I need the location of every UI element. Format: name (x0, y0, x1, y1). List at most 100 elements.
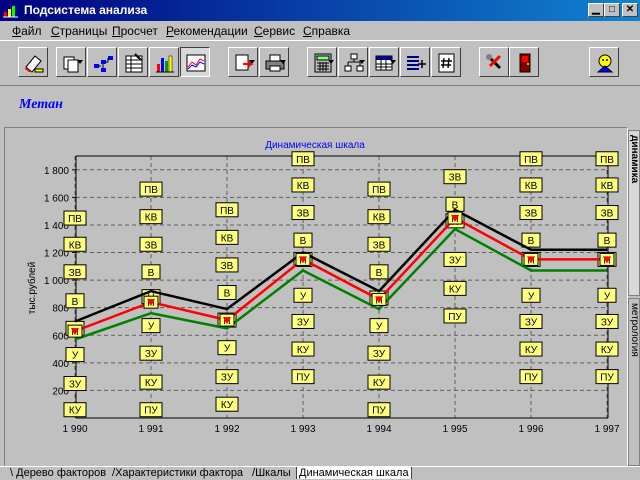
close-button[interactable]: ✕ (622, 3, 638, 17)
scale-label: КУ (221, 400, 234, 411)
tab-scales[interactable]: /Шкалы (252, 467, 291, 479)
scale-label: КУ (373, 378, 386, 389)
scale-label: КУ (525, 345, 538, 356)
scale-label: КУ (297, 345, 310, 356)
x-tick-label: 1 991 (138, 424, 163, 435)
number-button[interactable] (431, 47, 461, 77)
scale-label: В (148, 268, 155, 279)
tools-icon (486, 54, 502, 70)
scale-label: ПУ (144, 406, 158, 417)
scale-label: ЗУ (373, 349, 386, 360)
menu-help[interactable]: Справка (303, 24, 350, 38)
calculator-button[interactable] (307, 47, 337, 77)
close-icon: ✕ (625, 4, 635, 15)
pages-button[interactable] (56, 47, 86, 77)
scale-label: В (604, 236, 611, 247)
scale-label: КВ (145, 213, 158, 224)
scale-label: У (224, 344, 231, 355)
scale-label: ПУ (296, 373, 310, 384)
x-tick-label: 1 995 (442, 424, 467, 435)
scale-label: ЗУ (525, 317, 538, 328)
minimize-icon: ▁ (592, 4, 600, 15)
scale-label: ЗУ (449, 255, 462, 266)
door-icon (519, 53, 531, 73)
y-tick-label: 1 800 (44, 166, 69, 177)
scale-label: ПВ (524, 155, 538, 166)
toolbar (0, 40, 640, 86)
tree-icon (94, 56, 113, 72)
menu-pages[interactable]: Страницы (51, 24, 107, 38)
scale-label: ЗУ (601, 317, 614, 328)
scale-label: ПВ (296, 155, 310, 166)
tools-button[interactable] (479, 47, 509, 77)
table-icon (125, 53, 143, 73)
exit-button[interactable] (509, 47, 539, 77)
scale-label: ПВ (372, 185, 386, 196)
export-button[interactable] (228, 47, 258, 77)
scale-label: ЗВ (449, 173, 462, 184)
app-icon[interactable] (3, 3, 19, 18)
window-title: Подсистема анализа (24, 3, 148, 17)
tab-factor-characteristics[interactable]: /Характеристики фактора (112, 467, 243, 479)
print-button[interactable] (259, 47, 289, 77)
scale-label: ПВ (600, 155, 614, 166)
scale-label: ЗВ (373, 240, 386, 251)
subject-panel: Метан (0, 86, 640, 124)
scale-label: У (604, 291, 611, 302)
scale-label: ПУ (448, 312, 462, 323)
tab-dynamics[interactable]: динамика (628, 130, 640, 296)
scale-label: ПВ (144, 185, 158, 196)
menu-calculate[interactable]: Просчет (112, 24, 158, 38)
bar-chart-icon (156, 55, 174, 73)
y-tick-label: 1 600 (44, 193, 69, 204)
chart-panel: Динамическая шкала 200 400 600 800 1 000 1 200… (4, 127, 628, 467)
scale-label: ЗУ (145, 349, 158, 360)
x-tick-label: 1 997 (594, 424, 619, 435)
scale-label: ЗВ (69, 268, 82, 279)
structure-button[interactable] (338, 47, 368, 77)
scale-label: ЗВ (297, 209, 310, 220)
help-icon (596, 54, 614, 73)
scale-label: ПУ (600, 373, 614, 384)
chart-title: Динамическая шкала (265, 140, 365, 151)
scale-label: В (376, 268, 383, 279)
scale-label: КУ (69, 406, 82, 417)
table-button[interactable] (118, 47, 148, 77)
minimize-button[interactable]: ▁ (588, 3, 604, 17)
scale-label: ПВ (68, 214, 82, 225)
scale-label: ЗВ (601, 209, 614, 220)
scale-label: ЗУ (221, 373, 234, 384)
scale-label: КВ (601, 181, 614, 192)
tree-button[interactable] (87, 47, 117, 77)
scale-label: ПУ (524, 373, 538, 384)
scale-label: КВ (221, 233, 234, 244)
app-window: Подсистема анализа ▁ □ ✕ Файл Страницы П… (0, 0, 640, 480)
add-row-button[interactable] (400, 47, 430, 77)
tab-metrology[interactable]: метрология (628, 298, 640, 466)
scale-label: ЗУ (297, 317, 310, 328)
help-button[interactable] (589, 47, 619, 77)
scale-label: В (72, 297, 79, 308)
x-tick-label: 1 993 (290, 424, 315, 435)
maximize-button[interactable]: □ (604, 3, 620, 17)
menu-bar: Файл Страницы Просчет Рекомендации Серви… (0, 21, 640, 40)
scale-label: В (300, 236, 307, 247)
grid-button[interactable] (369, 47, 399, 77)
tab-dynamic-scale[interactable]: Динамическая шкала (296, 467, 412, 479)
menu-service[interactable]: Сервис (254, 24, 295, 38)
tab-factor-tree[interactable]: \ Дерево факторов (10, 467, 106, 479)
scale-label: ЗВ (525, 209, 538, 220)
scale-label: У (376, 322, 383, 333)
scale-label: ЗВ (221, 261, 234, 272)
scale-label: ЗУ (69, 380, 82, 391)
scale-label: КВ (373, 213, 386, 224)
line-chart-icon (186, 54, 206, 72)
maximize-icon: □ (608, 4, 616, 15)
clear-button[interactable] (18, 47, 48, 77)
menu-recommendations[interactable]: Рекомендации (166, 24, 248, 38)
menu-file[interactable]: Файл (12, 24, 42, 38)
scale-label: КВ (297, 181, 310, 192)
bar-chart-button[interactable] (149, 47, 179, 77)
scale-label: ЗВ (145, 240, 158, 251)
line-chart-button[interactable] (180, 47, 210, 77)
